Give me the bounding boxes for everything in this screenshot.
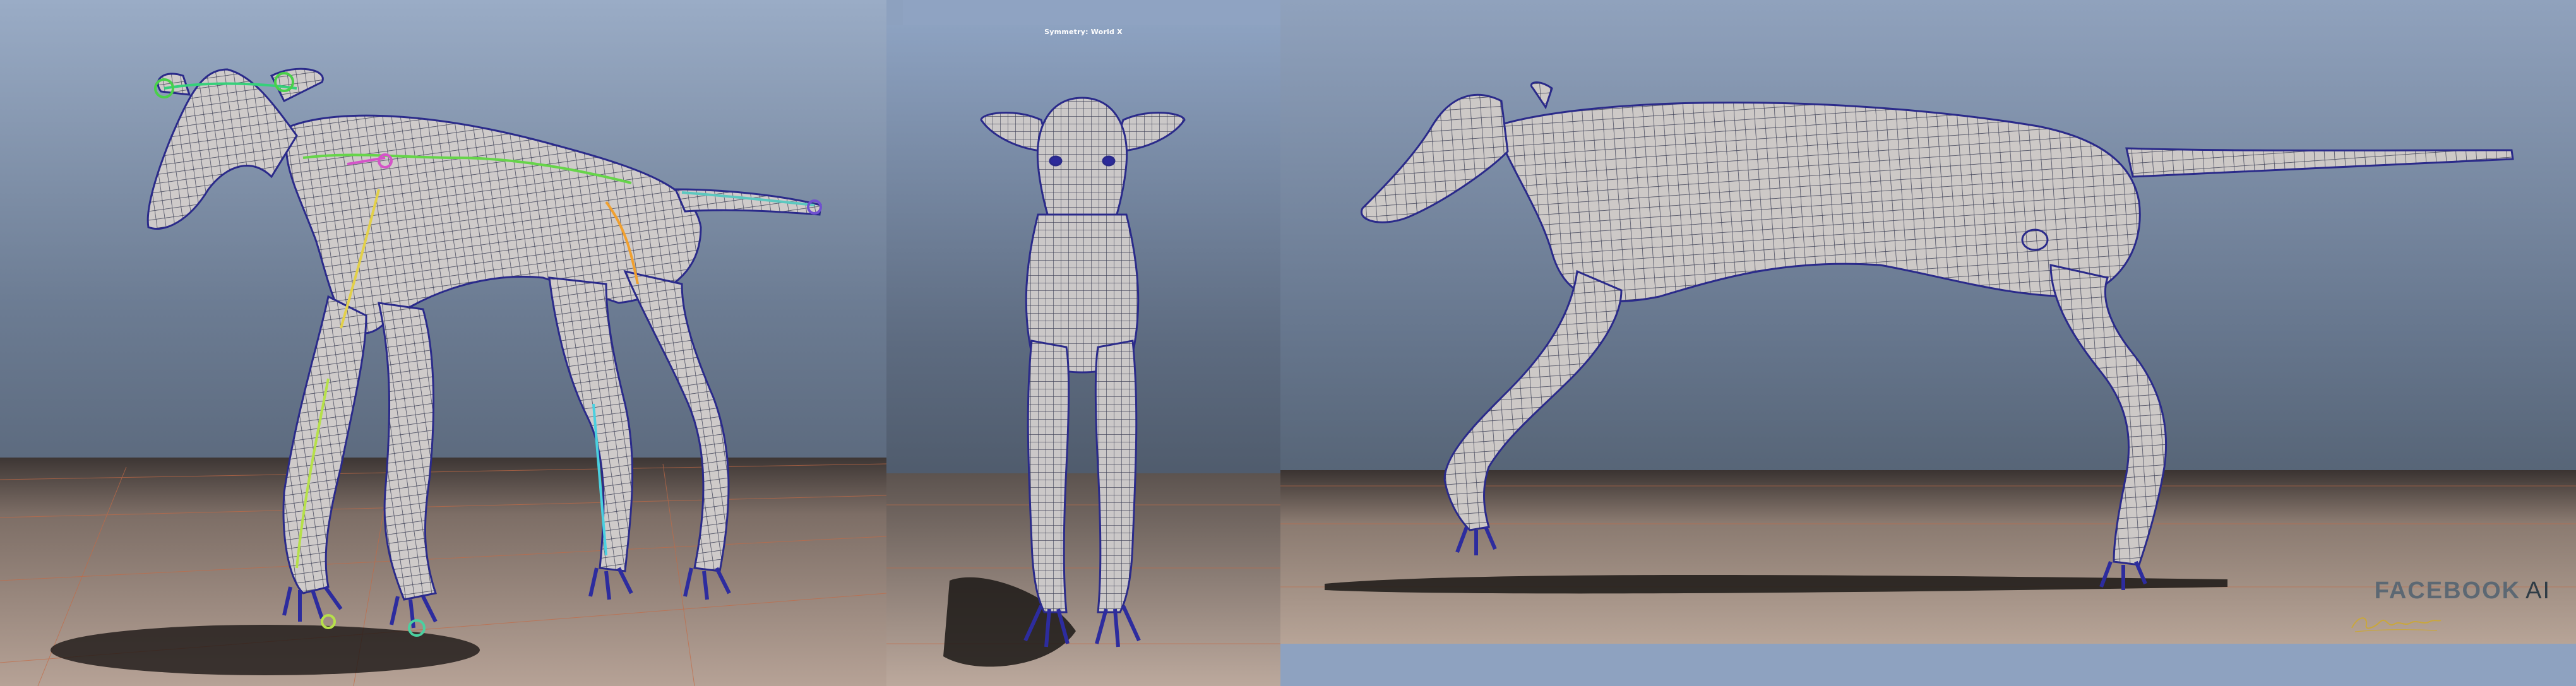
artist-signature-icon [2351, 617, 2442, 632]
facebook-ai-logo: FACEBOOK AI [2375, 577, 2551, 605]
dog-shadow [51, 625, 480, 675]
viewport-left-perspective[interactable] [0, 0, 886, 686]
viewport-title: Symmetry: World X [1044, 28, 1123, 36]
brand-name: FACEBOOK [2374, 577, 2521, 604]
viewport-center-front[interactable] [886, 25, 1280, 686]
viewport-top-strip [903, 0, 1280, 25]
brand-suffix: AI [2525, 577, 2551, 604]
viewport-bottom-strip [1280, 644, 2576, 686]
